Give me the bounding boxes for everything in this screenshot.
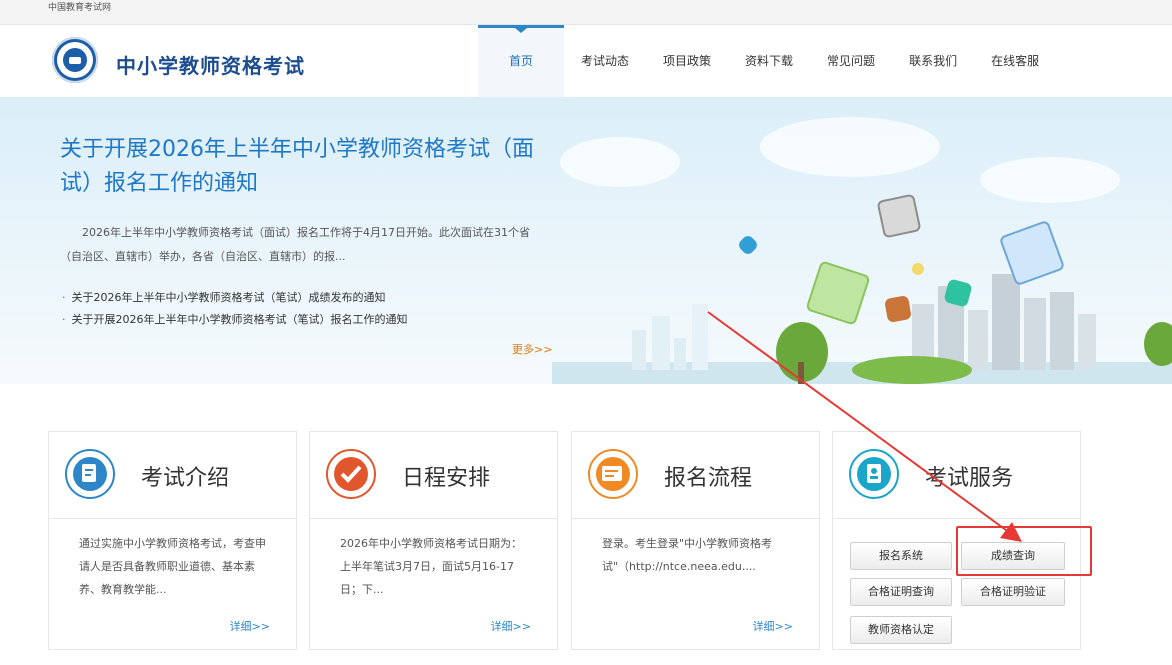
more-news-link[interactable]: 更多>> (512, 341, 552, 357)
headline-summary: 2026年上半年中小学教师资格考试（面试）报名工作将于4月17日开始。此次面试在… (60, 226, 530, 263)
news-item[interactable]: 关于2026年上半年中小学教师资格考试（笔试）成绩发布的通知 (62, 287, 408, 309)
card-schedule: 日程安排 2026年中小学教师资格考试日期为：上半年笔试3月7日，面试5月16-… (309, 431, 558, 650)
contact-book-icon (849, 449, 899, 499)
nav-online-service[interactable]: 在线客服 (974, 25, 1056, 97)
city-illustration (552, 274, 1172, 384)
details-link[interactable]: 详细>> (753, 618, 793, 634)
cloud-decoration (980, 157, 1120, 203)
cloud-decoration (560, 137, 680, 187)
news-list: 关于2026年上半年中小学教师资格考试（笔试）成绩发布的通知 关于开展2026年… (62, 287, 408, 331)
site-logo-text[interactable]: 中小学教师资格考试 (116, 50, 305, 79)
nav-downloads[interactable]: 资料下载 (728, 25, 810, 97)
card-title[interactable]: 报名流程 (664, 460, 752, 492)
hero-banner: 关于开展2026年上半年中小学教师资格考试（面试）报名工作的通知 2026年上半… (0, 97, 1172, 384)
nav-policy[interactable]: 项目政策 (646, 25, 728, 97)
cube-decoration (876, 193, 922, 239)
card-header: 考试服务 (833, 432, 1080, 519)
document-pen-icon (65, 449, 115, 499)
card-summary: 2026年中小学教师资格考试日期为：上半年笔试3月7日，面试5月16-17日；下… (340, 537, 522, 596)
top-strip: 中国教育考试网 (0, 0, 1172, 25)
card-header: 考试介绍 (49, 432, 296, 519)
card-title[interactable]: 考试服务 (925, 460, 1013, 492)
card-registration-process: 报名流程 登录。考生登录"中小学教师资格考试"（http://ntce.neea… (571, 431, 820, 650)
nav-contact[interactable]: 联系我们 (892, 25, 974, 97)
card-header: 报名流程 (572, 432, 819, 519)
main-nav: 首页 考试动态 项目政策 资料下载 常见问题 联系我们 在线客服 (478, 25, 1056, 97)
registration-system-button[interactable]: 报名系统 (850, 542, 952, 570)
card-title[interactable]: 考试介绍 (141, 460, 229, 492)
cloud-decoration (760, 117, 940, 177)
site-header: 中小学教师资格考试 首页 考试动态 项目政策 资料下载 常见问题 联系我们 在线… (0, 25, 1172, 98)
site-name[interactable]: 中国教育考试网 (48, 0, 111, 16)
headline-link[interactable]: 关于开展2026年上半年中小学教师资格考试（面试）报名工作的通知 (60, 133, 540, 201)
logo-emblem-icon[interactable] (52, 37, 98, 83)
nav-home[interactable]: 首页 (478, 25, 564, 97)
form-edit-icon (588, 449, 638, 499)
card-header: 日程安排 (310, 432, 557, 519)
score-query-highlight-box (956, 526, 1092, 576)
details-link[interactable]: 详细>> (230, 618, 270, 634)
certificate-verify-button[interactable]: 合格证明验证 (961, 578, 1065, 606)
teacher-qualification-button[interactable]: 教师资格认定 (850, 616, 952, 644)
checkmark-icon (326, 449, 376, 499)
nav-faq[interactable]: 常见问题 (810, 25, 892, 97)
card-title[interactable]: 日程安排 (402, 460, 490, 492)
card-summary: 通过实施中小学教师资格考试，考查申请人是否具备教师职业道德、基本素养、教育教学能… (79, 537, 266, 596)
news-item[interactable]: 关于开展2026年上半年中小学教师资格考试（笔试）报名工作的通知 (62, 309, 408, 331)
details-link[interactable]: 详细>> (491, 618, 531, 634)
card-summary: 登录。考生登录"中小学教师资格考试"（http://ntce.neea.edu.… (602, 537, 773, 573)
certificate-query-button[interactable]: 合格证明查询 (850, 578, 952, 606)
nav-exam-news[interactable]: 考试动态 (564, 25, 646, 97)
card-exam-intro: 考试介绍 通过实施中小学教师资格考试，考查申请人是否具备教师职业道德、基本素养、… (48, 431, 297, 650)
cube-decoration (884, 295, 912, 323)
